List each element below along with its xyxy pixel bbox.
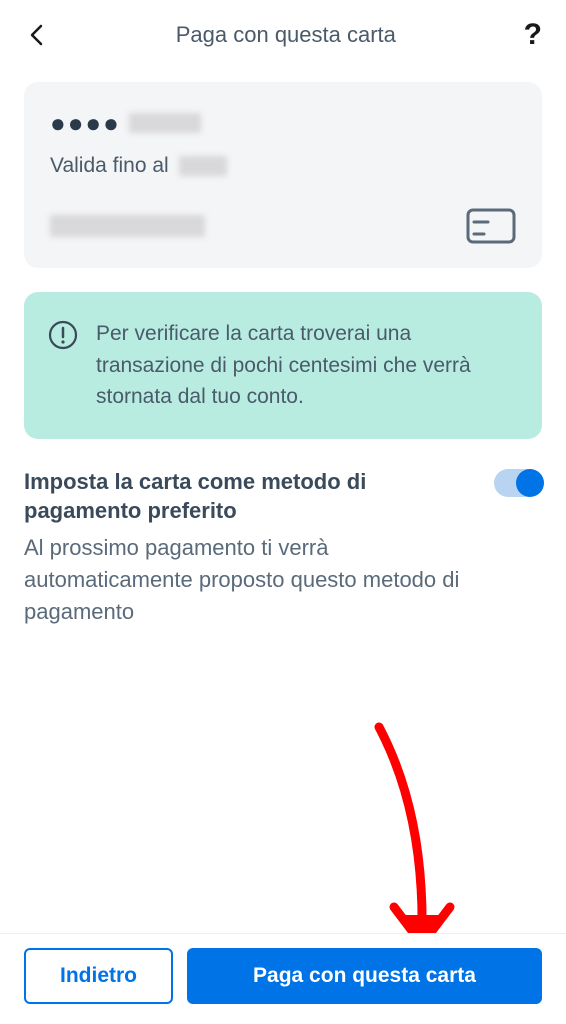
info-notice: Per verificare la carta troverai una tra… [24,292,542,439]
card-valid-row: Valida fino al [50,154,516,178]
back-button[interactable] [24,23,48,47]
info-text: Per verificare la carta troverai una tra… [96,318,518,413]
cardholder-redacted [50,215,205,237]
preferred-method-section: Imposta la carta come metodo di pagament… [24,467,542,628]
toggle-knob [516,469,544,497]
preferred-method-toggle[interactable] [494,469,542,497]
card-details-box: ●●●● Valida fino al [24,82,542,268]
info-icon [48,320,78,350]
footer-actions: Indietro Paga con questa carta [0,933,566,1024]
chevron-left-icon [29,24,43,46]
page-title: Paga con questa carta [176,22,396,48]
card-expiry-redacted [179,156,227,176]
toggle-title: Imposta la carta come metodo di pagament… [24,467,474,526]
toggle-description: Al prossimo pagamento ti verrà automatic… [24,532,474,628]
back-footer-button[interactable]: Indietro [24,948,173,1004]
card-last-digits-redacted [129,113,201,133]
help-button[interactable]: ? [524,18,542,52]
pay-button[interactable]: Paga con questa carta [187,948,542,1004]
card-valid-label: Valida fino al [50,154,169,178]
card-masked-dots: ●●●● [50,110,121,136]
card-number-row: ●●●● [50,110,516,136]
credit-card-icon [466,208,516,244]
annotation-arrow-icon [364,722,474,962]
